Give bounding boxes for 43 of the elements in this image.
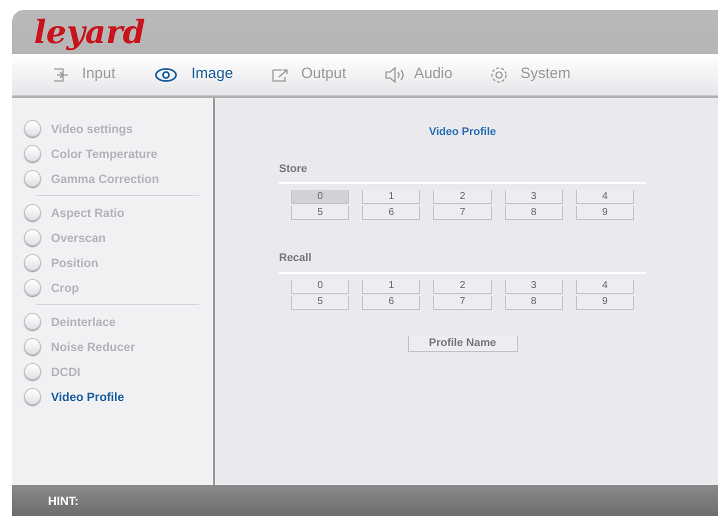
radio-icon [24,170,41,187]
radio-icon [24,363,41,380]
tab[interactable]: Output [261,60,354,90]
radio-icon [24,388,41,405]
profile-slot-button[interactable]: 6 [362,296,420,310]
profile-slot-button[interactable]: 9 [576,206,634,220]
profile-name-button[interactable]: Profile Name [408,336,518,352]
profile-slot-button[interactable]: 0 [291,190,350,204]
profile-slot-button[interactable]: 2 [433,280,492,294]
radio-icon [24,279,41,296]
profile-slot-button[interactable]: 4 [576,190,634,204]
profile-slot-button[interactable]: 7 [433,206,492,220]
section-label: Store [279,162,308,176]
radio-icon [24,229,41,246]
profile-slot-button[interactable]: 6 [362,206,420,220]
profile-slot-button[interactable]: 7 [433,296,492,310]
radio-icon [24,338,41,355]
profile-slot-button[interactable]: 2 [433,190,492,204]
logo: leyard [34,16,146,48]
section-label: Recall [279,251,312,266]
profile-slot-button[interactable]: 8 [504,296,563,310]
radio-icon [24,313,41,330]
profile-slot-button[interactable]: 5 [291,206,350,220]
profile-slot-button[interactable]: 8 [504,206,563,220]
profile-slot-button[interactable]: 3 [504,190,563,204]
tab[interactable]: System [480,60,578,90]
profile-slot-button[interactable]: 3 [504,280,563,294]
tab[interactable]: Audio [374,60,460,90]
profile-slot-button[interactable]: 4 [576,280,634,294]
radio-icon [24,204,41,221]
profile-slot-button[interactable]: 1 [362,280,420,294]
tab[interactable]: Input [42,60,124,90]
radio-icon [24,145,41,162]
panel-title: Video Profile [428,125,496,140]
profile-slot-button[interactable]: 9 [576,296,634,310]
radio-icon [24,254,41,271]
profile-slot-button[interactable]: 1 [362,190,420,204]
hint-label: HINT: [48,492,79,510]
radio-icon [24,120,41,137]
tab[interactable]: Image [143,60,242,90]
menu-item[interactable]: Video Profile [24,384,199,409]
profile-slot-button[interactable]: 0 [291,280,350,294]
profile-slot-button[interactable]: 5 [291,296,350,310]
